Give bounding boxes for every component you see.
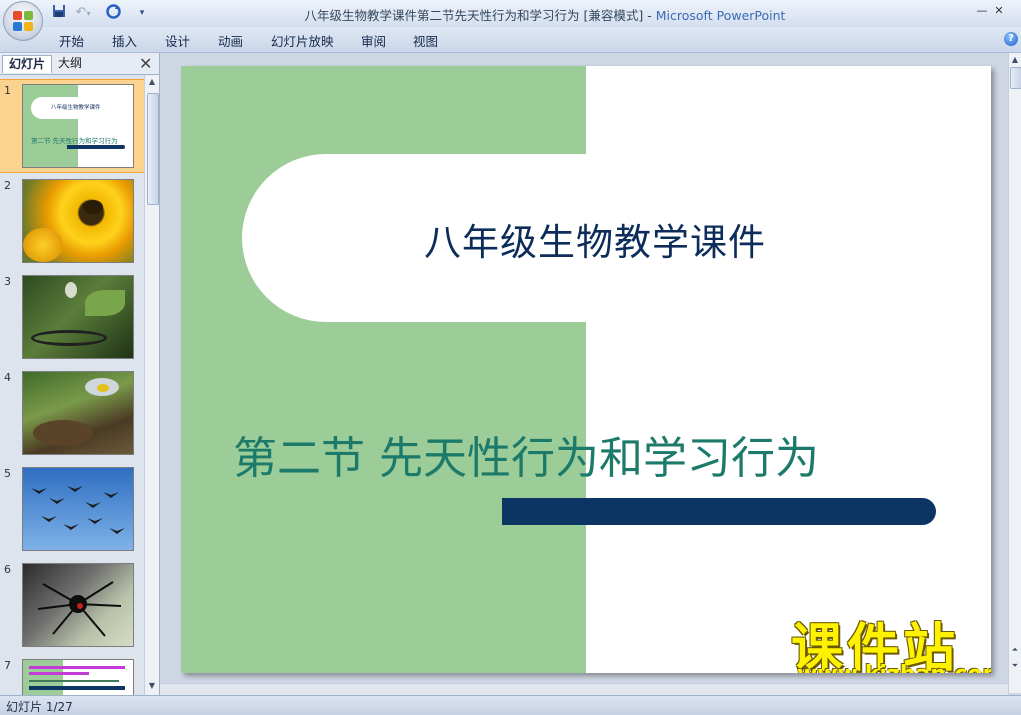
thumbnail-slide-3[interactable]: 3 xyxy=(0,271,144,363)
pane-tabs: 幻灯片 大纲 ✕ xyxy=(0,53,159,75)
window-title: 八年级生物教学课件第二节先天性行为和学习行为 [兼容模式] - Microsof… xyxy=(304,8,786,23)
thumbnail-slide-6[interactable]: 6 xyxy=(0,559,144,651)
thumbnail-image xyxy=(22,371,134,455)
save-icon[interactable] xyxy=(50,4,68,22)
previous-slide-icon[interactable]: ⏶ xyxy=(1009,643,1021,657)
redo-icon[interactable] xyxy=(104,4,122,22)
thumbnail-number: 2 xyxy=(4,179,11,192)
help-icon[interactable]: ? xyxy=(1004,32,1018,46)
tab-insert[interactable]: 插入 xyxy=(112,31,137,50)
ribbon-tabs: 开始 插入 设计 动画 幻灯片放映 审阅 视图 ? xyxy=(0,27,1021,53)
thumbnail-slide-4[interactable]: 4 xyxy=(0,367,144,459)
office-logo-icon xyxy=(13,11,33,31)
slides-pane: 幻灯片 大纲 ✕ 1 八年级生物教学课件 第二节 先天性行为和学习行为 2 3 … xyxy=(0,53,160,695)
tab-review[interactable]: 审阅 xyxy=(361,31,386,50)
scrollbar-thumb[interactable] xyxy=(147,93,159,205)
thumbnail-image xyxy=(22,563,134,647)
slide-title[interactable]: 八年级生物教学课件 xyxy=(424,212,766,266)
thumbnail-slide-5[interactable]: 5 xyxy=(0,463,144,555)
thumbnail-number: 1 xyxy=(4,84,11,97)
thumbnail-list: 1 八年级生物教学课件 第二节 先天性行为和学习行为 2 3 4 5 6 7 xyxy=(0,75,144,695)
thumbnail-image: 八年级生物教学课件 第二节 先天性行为和学习行为 xyxy=(22,84,134,168)
scroll-down-icon[interactable]: ▼ xyxy=(145,679,159,693)
tab-slides[interactable]: 幻灯片 xyxy=(2,55,53,73)
thumbnail-number: 3 xyxy=(4,275,11,288)
tab-slideshow[interactable]: 幻灯片放映 xyxy=(271,31,334,50)
thumbnail-image xyxy=(22,659,134,695)
close-icon[interactable]: ✕ xyxy=(139,54,152,73)
thumbnail-image xyxy=(22,467,134,551)
watermark-url: www.kjzhan.com xyxy=(797,662,991,673)
thumbnail-slide-2[interactable]: 2 xyxy=(0,175,144,267)
tab-animations[interactable]: 动画 xyxy=(218,31,243,50)
tab-design[interactable]: 设计 xyxy=(165,31,190,50)
slide-horizontal-scrollbar[interactable] xyxy=(160,683,1008,695)
status-bar: 幻灯片 1/27 xyxy=(0,695,1021,715)
slide-editor: 八年级生物教学课件 第二节 先天性行为和学习行为 课件站 www.kjzhan.… xyxy=(160,53,1008,693)
thumbnail-slide-7[interactable]: 7 xyxy=(0,655,144,695)
next-slide-icon[interactable]: ⏷ xyxy=(1009,659,1021,673)
scroll-up-icon[interactable]: ▲ xyxy=(1009,53,1021,67)
undo-icon[interactable]: ↶▾ xyxy=(72,4,94,22)
thumbnail-number: 5 xyxy=(4,467,11,480)
slide-subtitle[interactable]: 第二节 先天性行为和学习行为 xyxy=(233,422,819,486)
tab-outline[interactable]: 大纲 xyxy=(52,55,88,72)
thumbnail-scrollbar[interactable]: ▲ ▼ xyxy=(144,75,159,695)
thumbnail-title: 八年级生物教学课件 xyxy=(51,105,101,111)
quick-access-dropdown[interactable]: ▾ xyxy=(136,4,148,22)
navy-accent-bar xyxy=(502,498,936,525)
slide-vertical-scrollbar[interactable]: ▲ ⏶ ⏷ xyxy=(1008,53,1021,693)
tab-view[interactable]: 视图 xyxy=(413,31,438,50)
slide-counter: 幻灯片 1/27 xyxy=(6,700,73,714)
thumbnail-slide-1[interactable]: 1 八年级生物教学课件 第二节 先天性行为和学习行为 xyxy=(0,79,144,173)
minimize-button[interactable]: — xyxy=(974,3,990,19)
tab-home[interactable]: 开始 xyxy=(59,31,84,50)
thumbnail-number: 6 xyxy=(4,563,11,576)
scrollbar-thumb[interactable] xyxy=(1010,67,1021,89)
thumbnail-image xyxy=(22,275,134,359)
slide-canvas[interactable]: 八年级生物教学课件 第二节 先天性行为和学习行为 课件站 www.kjzhan.… xyxy=(181,66,991,673)
thumbnail-number: 7 xyxy=(4,659,11,672)
scroll-up-icon[interactable]: ▲ xyxy=(145,75,159,89)
thumbnail-subtitle: 第二节 先天性行为和学习行为 xyxy=(31,137,118,145)
close-button[interactable]: ✕ xyxy=(991,3,1007,19)
thumbnail-number: 4 xyxy=(4,371,11,384)
office-button[interactable] xyxy=(3,1,43,41)
thumbnail-image xyxy=(22,179,134,263)
title-bar: ↶▾ ▾ 八年级生物教学课件第二节先天性行为和学习行为 [兼容模式] - Mic… xyxy=(0,0,1021,41)
